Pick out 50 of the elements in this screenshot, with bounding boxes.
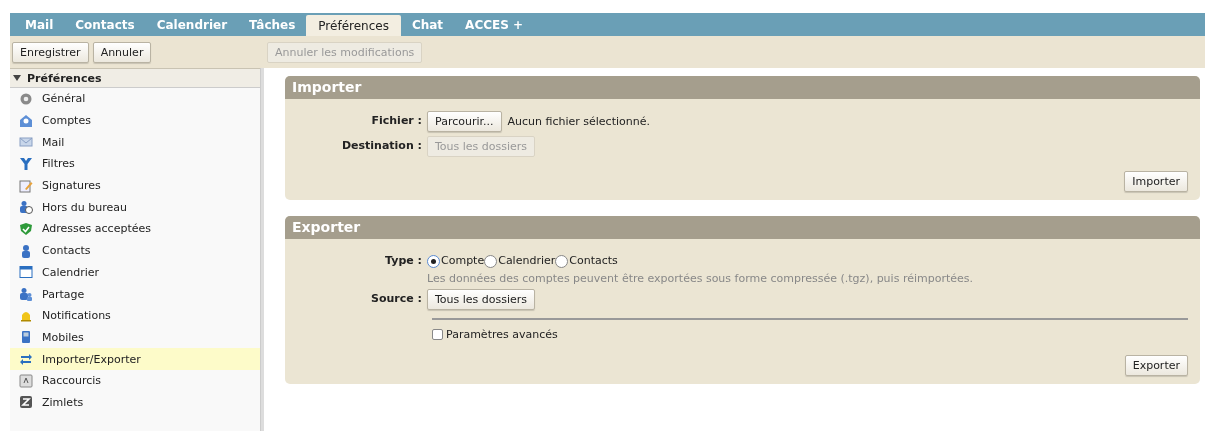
sidebar-item[interactable]: Zimlets — [10, 391, 260, 414]
sidebar-item[interactable]: Général — [10, 88, 260, 110]
radio-option[interactable]: Calendrier — [484, 251, 556, 271]
filter-icon — [19, 156, 33, 171]
sidebar-item[interactable]: Contacts — [10, 239, 260, 262]
file-status: Aucun fichier sélectionné. — [507, 113, 650, 130]
z-tile-icon — [19, 395, 33, 410]
sidebar-item[interactable]: Partage — [10, 283, 260, 305]
cancel-button[interactable]: Annuler — [92, 41, 152, 63]
sidebar-item[interactable]: Importer/Exporter — [10, 348, 260, 370]
splitter-handle[interactable] — [260, 68, 264, 431]
panel-title: Exporter — [285, 216, 1200, 239]
folder-button[interactable]: Tous les dossiers — [427, 289, 536, 310]
panel-title: Importer — [285, 76, 1200, 99]
sidebar-item[interactable]: Mobiles — [10, 326, 260, 349]
tab[interactable]: Préférences — [306, 15, 401, 36]
radio-option[interactable]: Compte — [427, 251, 485, 271]
keyboard-key-icon — [19, 373, 33, 388]
hint-text: Les données des comptes peuvent être exportées sous forme compressée (.tgz), puis réimportées. — [427, 272, 973, 285]
field-label: Fichier : — [370, 113, 423, 129]
sidebar-item[interactable]: Signatures — [10, 174, 260, 197]
sidebar-item[interactable]: Comptes — [10, 109, 260, 132]
sidebar-header[interactable]: Préférences — [10, 69, 260, 88]
sidebar-header-label: Préférences — [27, 71, 102, 85]
export-button[interactable]: Exporter — [1124, 355, 1188, 376]
calendar-icon — [19, 265, 33, 280]
sidebar-item[interactable]: Raccourcis — [10, 369, 260, 392]
pen-document-icon — [19, 178, 33, 193]
sidebar-item[interactable]: Adresses acceptées — [10, 218, 260, 240]
people-icon — [19, 287, 33, 302]
advanced-checkbox[interactable]: Paramètres avancés — [432, 328, 1188, 341]
save-button[interactable]: Enregistrer — [12, 41, 89, 63]
shield-check-icon — [19, 221, 33, 236]
person-clock-icon — [19, 200, 33, 215]
person-icon — [19, 243, 33, 258]
sidebar-item[interactable]: Notifications — [10, 304, 260, 327]
browse-button[interactable]: Parcourir... — [427, 111, 502, 132]
sidebar-item[interactable]: Filtres — [10, 153, 260, 175]
import-button[interactable]: Importer — [1124, 171, 1188, 192]
sidebar-item[interactable]: Hors du bureau — [10, 196, 260, 219]
sidebar-item[interactable]: Mail — [10, 131, 260, 154]
field-label: Destination : — [340, 138, 423, 154]
field-label: Source : — [370, 291, 423, 307]
field-label: Type : — [384, 253, 423, 269]
arrows-icon — [19, 352, 33, 367]
phone-icon — [19, 330, 33, 345]
radio-option[interactable]: Contacts — [555, 251, 618, 271]
expand-triangle-icon[interactable] — [13, 74, 21, 82]
sidebar-item[interactable]: Calendrier — [10, 261, 260, 284]
envelope-icon — [19, 135, 33, 150]
